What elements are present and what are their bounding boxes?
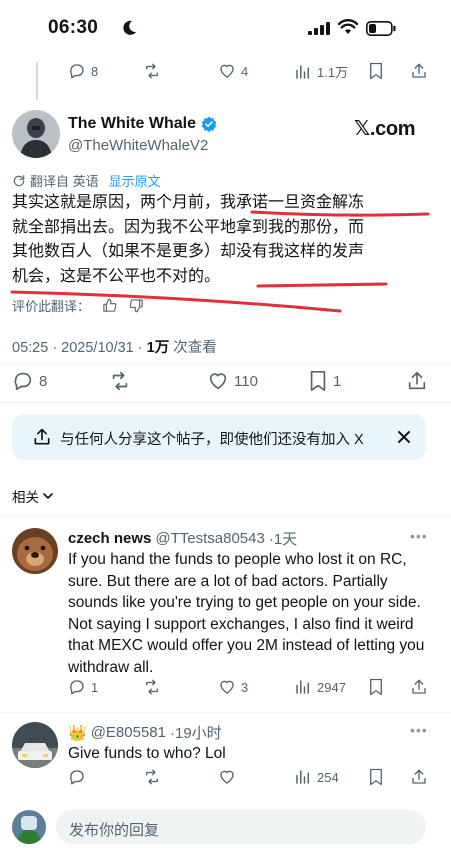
- heart-icon: [209, 373, 227, 390]
- bookmark-count: 1: [333, 372, 342, 390]
- tweet-meta: 05:25 · 2025/10/31 · 1万 次查看: [12, 336, 217, 357]
- reply-count: 8: [39, 372, 48, 390]
- reply-input-placeholder: 发布你的回复: [69, 822, 160, 839]
- reply-actions: 254: [0, 768, 451, 796]
- repost-icon: [146, 679, 158, 695]
- reply-age: ·1天: [268, 531, 298, 548]
- tweet-views-count: 1万: [146, 340, 170, 356]
- like-button[interactable]: [218, 768, 236, 786]
- reply-header: czech news @TTestsa80543·1天: [68, 528, 297, 549]
- share-button[interactable]: [410, 678, 428, 696]
- divider: [0, 402, 451, 403]
- repost-button[interactable]: [142, 678, 162, 696]
- repost-button[interactable]: [108, 370, 132, 392]
- bookmark-button[interactable]: [368, 768, 384, 786]
- share-icon: [32, 427, 52, 452]
- share-banner[interactable]: 与任何人分享这个帖子，即使他们还没有加入 X: [12, 414, 426, 460]
- like-count: 110: [234, 372, 258, 390]
- tweet-time[interactable]: 05:25 · 2025/10/31 ·: [12, 340, 147, 356]
- reply-author-name[interactable]: 👑: [68, 724, 87, 742]
- share-button[interactable]: [406, 370, 428, 392]
- share-icon: [412, 769, 426, 784]
- related-label: 相关: [12, 490, 39, 505]
- bookmark-button[interactable]: 1: [308, 370, 341, 392]
- reply-count: 1: [91, 679, 99, 695]
- underline-stroke: [256, 282, 388, 288]
- divider: [0, 516, 451, 517]
- reply-author-handle[interactable]: @TTestsa80543: [155, 530, 264, 547]
- reply-button[interactable]: 1: [68, 678, 98, 696]
- reply-button[interactable]: 8: [12, 370, 47, 392]
- tweet-actions: 8 110 1: [0, 370, 451, 398]
- share-banner-text: 与任何人分享这个帖子，即使他们还没有加入 X: [60, 432, 364, 448]
- repost-icon: [112, 371, 128, 391]
- underline-stroke: [250, 210, 430, 217]
- reply-icon: [14, 372, 32, 391]
- reply-avatar[interactable]: [12, 528, 58, 574]
- views-icon: [296, 770, 309, 784]
- repost-button[interactable]: [142, 768, 162, 786]
- share-icon: [408, 371, 426, 390]
- reply-avatar[interactable]: [12, 722, 58, 768]
- user-avatar[interactable]: [12, 810, 46, 844]
- reply-button[interactable]: [68, 768, 86, 786]
- repost-icon: [146, 769, 158, 785]
- reply-icon: [70, 770, 84, 785]
- thumbs-up-icon[interactable]: [102, 298, 117, 313]
- views-count: 2947: [317, 679, 346, 695]
- views-button[interactable]: 254: [294, 768, 339, 786]
- bookmark-icon: [370, 768, 382, 786]
- share-icon: [412, 679, 426, 694]
- reply-actions: 1 3 2947: [0, 678, 451, 706]
- bookmark-icon: [370, 678, 382, 696]
- views-count: 254: [317, 769, 339, 785]
- related-sort[interactable]: 相关: [12, 486, 55, 506]
- divider: [0, 364, 451, 365]
- reply-composer: 发布你的回复: [0, 802, 451, 848]
- reply-input[interactable]: 发布你的回复: [56, 810, 426, 844]
- more-options-icon[interactable]: •••: [410, 722, 428, 738]
- more-options-icon[interactable]: •••: [410, 528, 428, 544]
- chevron-down-icon: [43, 493, 53, 499]
- share-button[interactable]: [410, 768, 428, 786]
- rate-label: 评价此翻译：: [12, 299, 91, 314]
- like-count: 3: [241, 679, 249, 695]
- heart-icon: [220, 680, 234, 694]
- rate-translation: 评价此翻译：: [12, 296, 144, 315]
- views-icon: [296, 680, 309, 694]
- bookmark-icon: [310, 371, 326, 391]
- reply-author-handle[interactable]: @E805581: [91, 724, 166, 741]
- like-button[interactable]: 110: [207, 370, 258, 392]
- tweet-views-label: 次查看: [169, 340, 217, 356]
- like-button[interactable]: 3: [218, 678, 248, 696]
- reply-icon: [70, 680, 84, 695]
- thumbs-down-icon[interactable]: [129, 298, 144, 313]
- reply-author-name[interactable]: czech news: [68, 530, 151, 547]
- reply-age: ·19小时: [169, 725, 222, 742]
- bookmark-button[interactable]: [368, 678, 384, 696]
- divider: [0, 712, 451, 713]
- heart-icon: [220, 770, 234, 784]
- reply-text: Give funds to who? Lol: [68, 745, 226, 762]
- reply-text: If you hand the funds to people who lost…: [68, 551, 425, 676]
- close-icon[interactable]: [396, 429, 412, 450]
- reply-header: 👑 @E805581·19小时: [68, 722, 222, 743]
- views-button[interactable]: 2947: [294, 678, 346, 696]
